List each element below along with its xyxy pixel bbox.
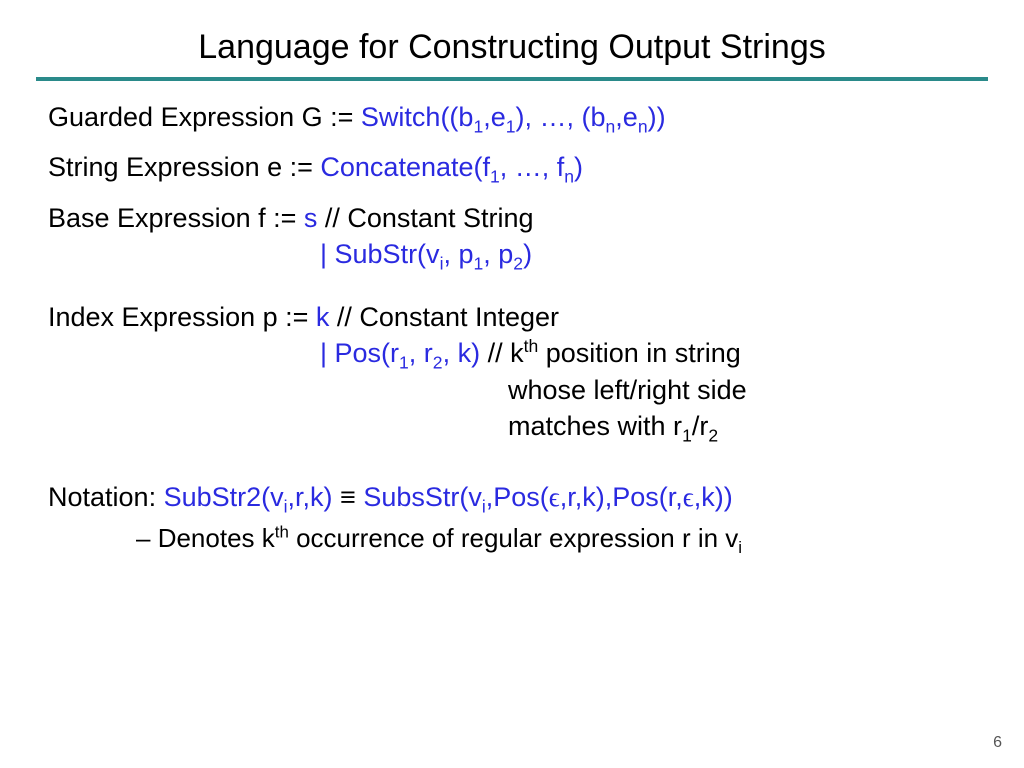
guarded-rhs-a: Switch((b: [361, 102, 474, 132]
sub-1d: 1: [474, 254, 484, 274]
notation-rhs-d: ,k)): [694, 482, 733, 512]
indexexpr-bar: |: [320, 338, 335, 368]
baseexpr-bar: |: [320, 239, 335, 269]
string-expression-line: String Expression e := Concatenate(f1, ……: [48, 149, 976, 185]
notation-rhs-b: ,Pos(: [486, 482, 549, 512]
pos-note1b: position in string: [538, 338, 741, 368]
slide-body: Guarded Expression G := Switch((b1,e1), …: [0, 99, 1024, 556]
stringexpr-b: , …, f: [500, 152, 565, 182]
sup-th2: th: [275, 522, 289, 541]
denote-dash: –: [136, 523, 158, 553]
notation-equiv: ≡: [333, 482, 364, 512]
sub-1c: 1: [490, 167, 500, 187]
denote-b: occurrence of regular expression r in v: [289, 523, 738, 553]
guarded-rhs-b: ,e: [483, 102, 506, 132]
sub-n2: n: [638, 116, 648, 136]
substr-b: , p: [443, 239, 473, 269]
sub-2c: 2: [708, 425, 718, 445]
pos-b: , r: [409, 338, 433, 368]
guarded-lhs: Guarded Expression G :=: [48, 102, 361, 132]
stringexpr-a: Concatenate(f: [320, 152, 490, 182]
sup-th: th: [524, 336, 539, 356]
sub-i4: i: [738, 538, 742, 557]
sub-1f: 1: [682, 425, 692, 445]
guarded-rhs-c: ), …, (b: [516, 102, 606, 132]
indexexpr-comment: // Constant Integer: [329, 302, 559, 332]
pos-c: , k): [443, 338, 481, 368]
notation-rhs-a: SubsStr(v: [363, 482, 482, 512]
sub-1: 1: [473, 116, 483, 136]
notation-label: Notation:: [48, 482, 164, 512]
index-expression-alt: | Pos(r1, r2, k) // kth position in stri…: [320, 335, 976, 371]
index-expression-line: Index Expression p := k // Constant Inte…: [48, 299, 976, 335]
epsilon-1: ϵ: [549, 482, 560, 512]
baseexpr-s: s: [304, 203, 318, 233]
title-rule: [36, 77, 988, 81]
base-expression-line: Base Expression f := s // Constant Strin…: [48, 200, 976, 236]
slide-title: Language for Constructing Output Strings: [0, 0, 1024, 77]
substr-d: ): [523, 239, 532, 269]
pos-note2: whose left/right side: [508, 375, 747, 405]
denote-line: – Denotes kth occurrence of regular expr…: [136, 521, 976, 556]
sub-1b: 1: [506, 116, 516, 136]
pos-note3a: matches with r: [508, 411, 682, 441]
notation-lhs-b: ,r,k): [288, 482, 333, 512]
guarded-expression-line: Guarded Expression G := Switch((b1,e1), …: [48, 99, 976, 135]
substr-c: , p: [483, 239, 513, 269]
denote-a: Denotes k: [158, 523, 275, 553]
pos-note-line3: matches with r1/r2: [508, 408, 976, 444]
sub-2b: 2: [433, 353, 443, 373]
sub-1e: 1: [399, 353, 409, 373]
notation-lhs-a: SubStr2(v: [164, 482, 284, 512]
sub-n3: n: [564, 167, 574, 187]
slide: Language for Constructing Output Strings…: [0, 0, 1024, 768]
notation-rhs-c: ,r,k),Pos(r,: [560, 482, 683, 512]
sub-n: n: [606, 116, 616, 136]
pos-note1a: // k: [480, 338, 524, 368]
stringexpr-c: ): [574, 152, 583, 182]
stringexpr-lhs: String Expression e :=: [48, 152, 320, 182]
base-expression-alt: | SubStr(vi, p1, p2): [320, 236, 976, 272]
baseexpr-comment: // Constant String: [317, 203, 533, 233]
notation-line: Notation: SubStr2(vi,r,k) ≡ SubsStr(vi,P…: [48, 479, 976, 515]
substr-a: SubStr(v: [335, 239, 440, 269]
indexexpr-lhs: Index Expression p :=: [48, 302, 316, 332]
sub-2: 2: [513, 254, 523, 274]
indexexpr-k: k: [316, 302, 330, 332]
guarded-rhs-d: ,e: [615, 102, 638, 132]
pos-a: Pos(r: [335, 338, 400, 368]
baseexpr-lhs: Base Expression f :=: [48, 203, 304, 233]
pos-note3b: /r: [692, 411, 709, 441]
page-number: 6: [993, 734, 1002, 752]
epsilon-2: ϵ: [683, 482, 694, 512]
pos-note-line2: whose left/right side: [508, 372, 976, 408]
guarded-rhs-e: )): [648, 102, 666, 132]
